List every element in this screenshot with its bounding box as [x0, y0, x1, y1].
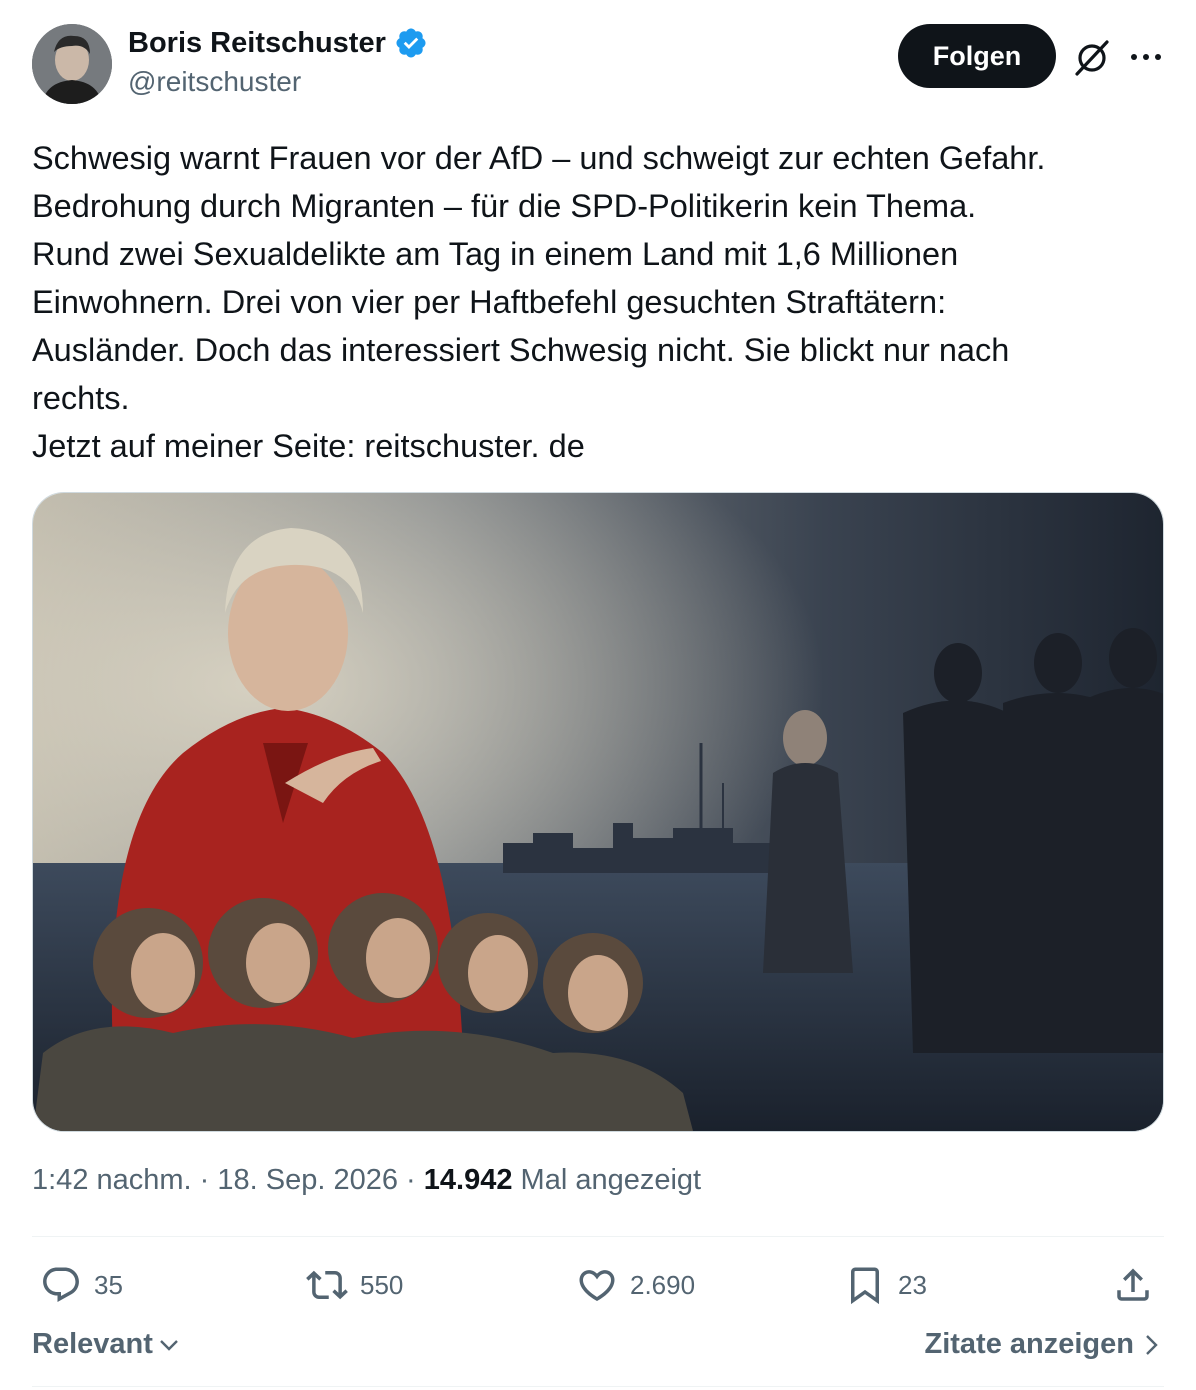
grok-icon[interactable] — [1072, 38, 1112, 78]
post-text-line: Schwesig warnt Frauen vor der AfD – und … — [32, 140, 1046, 176]
reply-count: 35 — [94, 1269, 123, 1300]
illustration — [33, 493, 1163, 1131]
sort-label: Relevant — [32, 1328, 153, 1360]
bookmark-count: 23 — [898, 1269, 927, 1300]
avatar-photo — [32, 24, 112, 104]
meta-separator: · — [191, 1164, 218, 1196]
meta-separator: · — [398, 1164, 424, 1196]
follow-button[interactable]: Folgen — [898, 24, 1056, 88]
post-text-line: Einwohnern. Drei von vier per Haftbefehl… — [32, 284, 947, 320]
post-text-line: Rund zwei Sexualdelikte am Tag in einem … — [32, 236, 959, 272]
repost-count: 550 — [360, 1269, 404, 1300]
post-meta: 1:42 nachm. · 18. Sep. 2026 · 14.942 Mal… — [32, 1164, 701, 1197]
post-text-line: Ausländer. Doch das interessiert Schwesi… — [32, 332, 1010, 368]
author-name[interactable]: Boris Reitschuster — [128, 27, 386, 60]
sort-dropdown[interactable]: Relevant — [32, 1328, 181, 1361]
post-time[interactable]: 1:42 nachm. — [32, 1164, 192, 1196]
like-button[interactable]: 2.690 — [576, 1262, 695, 1308]
share-button[interactable] — [1112, 1262, 1154, 1308]
repost-button[interactable]: 550 — [306, 1262, 403, 1308]
view-quotes-link[interactable]: Zitate anzeigen — [925, 1328, 1161, 1361]
divider — [32, 1236, 1164, 1237]
chevron-right-icon — [1146, 1334, 1158, 1355]
post-text-line: Bedrohung durch Migranten – für die SPD-… — [32, 188, 977, 224]
more-icon[interactable] — [1128, 42, 1164, 72]
reply-icon — [43, 1267, 79, 1302]
like-count: 2.690 — [630, 1269, 696, 1300]
divider — [32, 1386, 1164, 1387]
author-name-row[interactable]: Boris Reitschuster — [128, 26, 428, 60]
post-text-line: Jetzt auf meiner Seite: reitschuster. de — [32, 428, 585, 464]
avatar[interactable] — [32, 24, 112, 104]
post-date[interactable]: 18. Sep. 2026 — [217, 1164, 398, 1196]
view-count: 14.942 — [423, 1164, 513, 1196]
quotes-label: Zitate anzeigen — [924, 1328, 1135, 1360]
author-handle[interactable]: @reitschuster — [128, 66, 301, 98]
heart-icon — [579, 1270, 615, 1302]
verified-badge-icon — [396, 28, 426, 58]
post-image[interactable] — [32, 492, 1164, 1132]
bookmark-icon — [851, 1267, 879, 1305]
chevron-down-icon — [160, 1339, 178, 1351]
share-icon — [1117, 1268, 1149, 1301]
repost-icon — [306, 1270, 348, 1300]
post-text: Schwesig warnt Frauen vor der AfD – und … — [32, 134, 1162, 470]
view-count-label: Mal angezeigt — [512, 1164, 702, 1196]
reply-button[interactable]: 35 — [40, 1262, 123, 1308]
post-text-line: rechts. — [32, 380, 130, 416]
bookmark-button[interactable]: 23 — [844, 1262, 927, 1308]
